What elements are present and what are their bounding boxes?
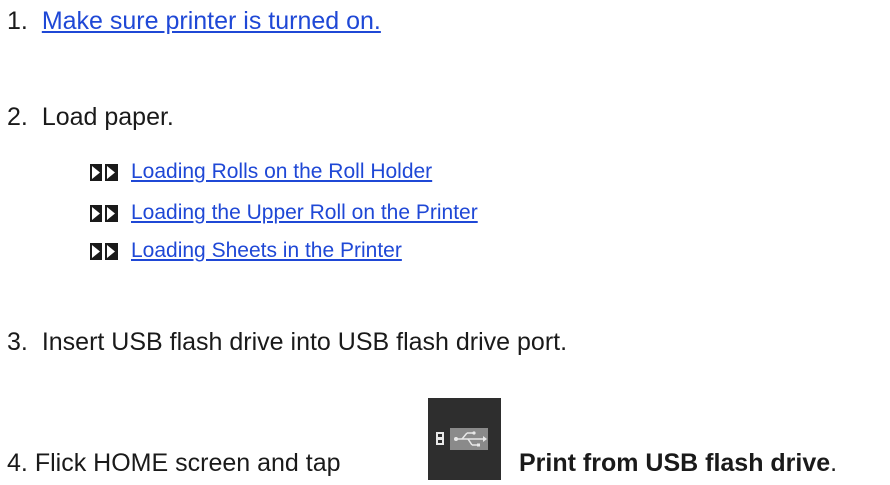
loading-rolls-link[interactable]: Loading Rolls on the Roll Holder	[131, 159, 432, 185]
print-from-usb-label: Print from USB flash drive	[519, 449, 831, 477]
step-text: Load paper.	[41, 103, 174, 131]
step-4: 4. Flick HOME screen and tap Print from U…	[7, 448, 890, 478]
double-arrow-icon	[90, 242, 118, 260]
step-4-tail: Print from USB flash drive.	[519, 448, 837, 478]
step-3: 3. Insert USB flash drive into USB flash…	[7, 327, 567, 357]
sublink-item: Loading Rolls on the Roll Holder	[90, 159, 432, 185]
step-number: 3.	[7, 328, 28, 356]
step-text: Insert USB flash drive into USB flash dr…	[41, 328, 568, 356]
step-4-lead: 4. Flick HOME screen and tap	[7, 448, 341, 478]
step-text: Flick HOME screen and tap	[34, 449, 341, 477]
double-arrow-icon	[90, 163, 118, 181]
loading-sheets-link[interactable]: Loading Sheets in the Printer	[131, 238, 402, 264]
step-number: 4.	[7, 449, 28, 477]
sublink-item: Loading the Upper Roll on the Printer	[90, 200, 478, 226]
loading-upper-roll-link[interactable]: Loading the Upper Roll on the Printer	[131, 200, 478, 226]
sublink-item: Loading Sheets in the Printer	[90, 238, 402, 264]
step-number: 2.	[7, 103, 28, 131]
step-number: 1.	[7, 7, 28, 35]
double-arrow-icon	[90, 204, 118, 222]
step-2: 2. Load paper.	[7, 102, 174, 132]
step-1: 1. Make sure printer is turned on.	[7, 6, 381, 36]
trailing-period: .	[830, 449, 838, 477]
turn-on-printer-link[interactable]: Make sure printer is turned on.	[42, 7, 381, 35]
